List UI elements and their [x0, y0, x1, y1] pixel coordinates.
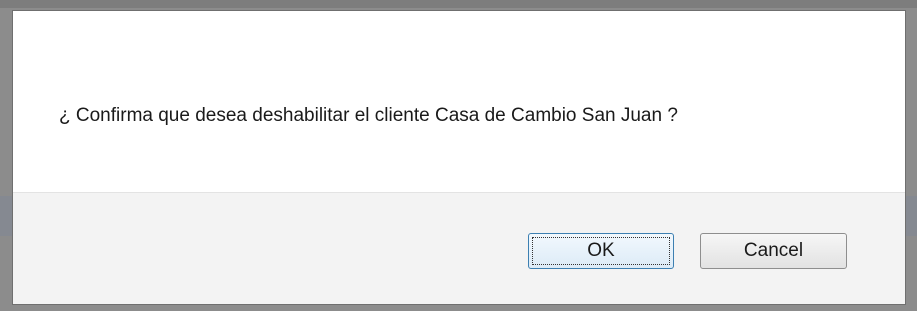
confirm-dialog: ¿ Confirma que desea deshabilitar el cli…: [12, 10, 906, 305]
ok-button[interactable]: OK: [528, 233, 674, 269]
cancel-button[interactable]: Cancel: [700, 233, 847, 269]
dialog-body: ¿ Confirma que desea deshabilitar el cli…: [13, 11, 905, 192]
dialog-footer: OK Cancel: [13, 192, 905, 304]
confirm-message: ¿ Confirma que desea deshabilitar el cli…: [59, 105, 678, 126]
